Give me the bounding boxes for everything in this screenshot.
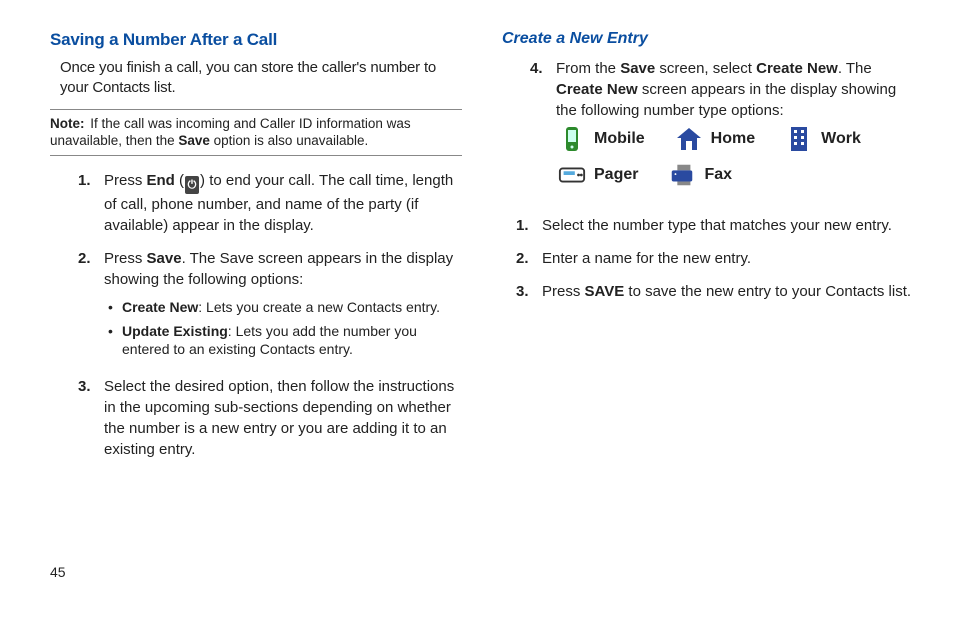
bold: Save [620, 60, 655, 77]
step-2: 2. Press Save. The Save screen appears i… [78, 248, 462, 365]
step-3: 3. Select the desired option, then follo… [78, 376, 462, 460]
bold: Create New [556, 81, 638, 98]
bullet: •Create New: Lets you create a new Conta… [108, 298, 462, 316]
type-label: Work [821, 128, 861, 150]
sub-step-1: 1. Select the number type that matches y… [516, 215, 914, 236]
mobile-icon [558, 125, 586, 153]
step-number: 2. [78, 248, 104, 365]
section-heading: Saving a Number After a Call [50, 30, 462, 50]
text: : Lets you create a new Contacts entry. [198, 299, 440, 315]
number-types: Mobile Home Work [558, 125, 914, 189]
text: to save the new entry to your Contacts l… [624, 283, 911, 300]
sub-steps-list: 1. Select the number type that matches y… [516, 215, 914, 302]
work-icon [785, 125, 813, 153]
bullet-dot: • [108, 298, 122, 316]
bold: End [147, 172, 175, 189]
page-number: 45 [50, 564, 954, 580]
step-number: 1. [78, 170, 104, 236]
text: . The [838, 60, 872, 77]
document-page: Saving a Number After a Call Once you fi… [0, 0, 954, 560]
right-column: Create a New Entry 4. From the Save scre… [502, 30, 914, 540]
text: Press [104, 172, 147, 189]
bold: Update Existing [122, 323, 228, 339]
step-body: Enter a name for the new entry. [542, 248, 914, 269]
bullet-dot: • [108, 322, 122, 358]
type-work: Work [785, 125, 861, 153]
note-box: Note: If the call was incoming and Calle… [50, 109, 462, 156]
type-label: Fax [704, 164, 732, 186]
text: ( [175, 172, 184, 189]
step-body: From the Save screen, select Create New.… [556, 58, 914, 203]
bold: SAVE [585, 283, 625, 300]
left-column: Saving a Number After a Call Once you fi… [50, 30, 462, 540]
bullet: •Update Existing: Lets you add the numbe… [108, 322, 462, 358]
step-number: 3. [78, 376, 104, 460]
bold: Create New [122, 299, 198, 315]
sub-step-2: 2. Enter a name for the new entry. [516, 248, 914, 269]
step-body: Press End (⏻) to end your call. The call… [104, 170, 462, 236]
step-number: 4. [530, 58, 556, 203]
text: From the [556, 60, 620, 77]
step-body: Select the desired option, then follow t… [104, 376, 462, 460]
sub-step-3: 3. Press SAVE to save the new entry to y… [516, 281, 914, 302]
intro-paragraph: Once you finish a call, you can store th… [60, 58, 462, 99]
text: screen, select [655, 60, 756, 77]
note-bold: Save [178, 133, 210, 148]
steps-list: 4. From the Save screen, select Create N… [530, 58, 914, 203]
note-body: If the call was incoming and Caller ID i… [50, 116, 411, 149]
bullet-body: Update Existing: Lets you add the number… [122, 322, 462, 358]
step-4: 4. From the Save screen, select Create N… [530, 58, 914, 203]
pager-icon [558, 161, 586, 189]
step-body: Press Save. The Save screen appears in t… [104, 248, 462, 365]
fax-icon [668, 161, 696, 189]
end-key-icon: ⏻ [185, 176, 199, 194]
note-text: option is also unavailable. [210, 133, 368, 148]
bullet-body: Create New: Lets you create a new Contac… [122, 298, 440, 316]
text: Press [104, 250, 147, 267]
step-1: 1. Press End (⏻) to end your call. The c… [78, 170, 462, 236]
type-fax: Fax [668, 161, 732, 189]
type-label: Pager [594, 164, 638, 186]
bold: Save [147, 250, 182, 267]
type-label: Home [711, 128, 755, 150]
type-mobile: Mobile [558, 125, 645, 153]
text: Press [542, 283, 585, 300]
bullet-list: •Create New: Lets you create a new Conta… [108, 298, 462, 359]
type-home: Home [675, 125, 755, 153]
step-number: 2. [516, 248, 542, 269]
type-pager: Pager [558, 161, 638, 189]
step-body: Press SAVE to save the new entry to your… [542, 281, 914, 302]
step-number: 3. [516, 281, 542, 302]
home-icon [675, 125, 703, 153]
step-body: Select the number type that matches your… [542, 215, 914, 236]
subsection-heading: Create a New Entry [502, 30, 914, 48]
bold: Create New [756, 60, 838, 77]
steps-list: 1. Press End (⏻) to end your call. The c… [78, 170, 462, 461]
step-number: 1. [516, 215, 542, 236]
type-label: Mobile [594, 128, 645, 150]
note-label: Note: [50, 116, 85, 131]
